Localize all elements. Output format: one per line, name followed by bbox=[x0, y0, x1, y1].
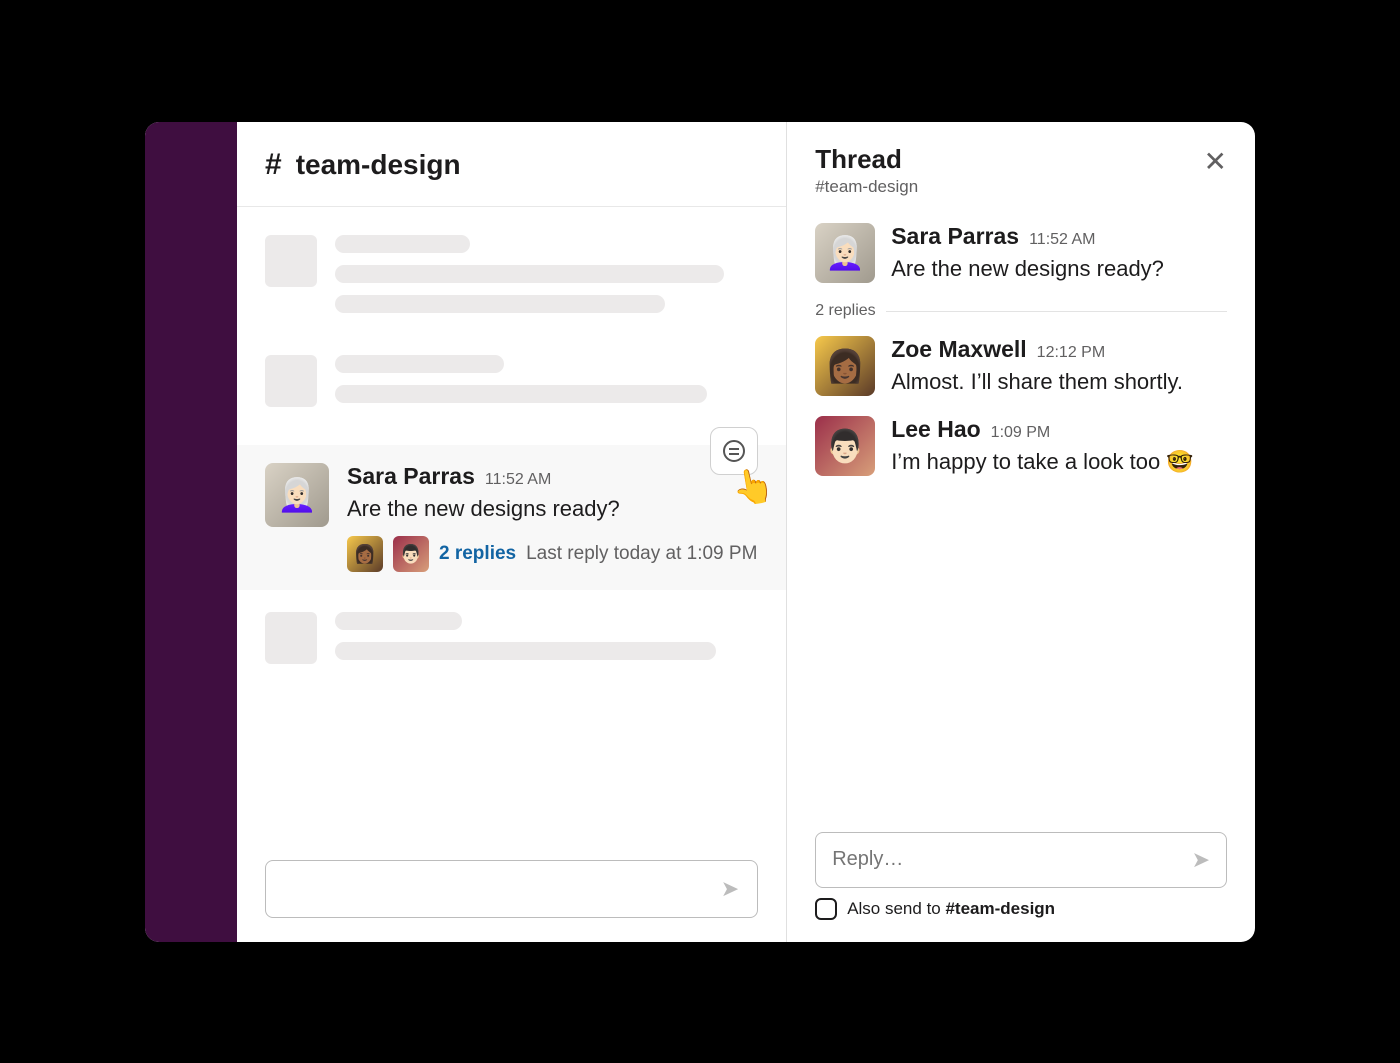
channel-header[interactable]: # team-design bbox=[237, 122, 786, 207]
close-icon[interactable]: ✕ bbox=[1204, 144, 1227, 176]
app-window: # team-design bbox=[145, 122, 1255, 942]
replies-divider: 2 replies bbox=[815, 302, 1227, 320]
message-time: 11:52 AM bbox=[1029, 231, 1095, 249]
message-author[interactable]: Lee Hao bbox=[891, 416, 980, 443]
sidebar-strip bbox=[145, 122, 237, 942]
reply-avatar: 👩🏾 bbox=[347, 536, 383, 572]
avatar[interactable]: 👨🏻 bbox=[815, 416, 875, 476]
replies-count: 2 replies bbox=[815, 302, 875, 320]
message-time: 11:52 AM bbox=[485, 471, 551, 489]
thread-icon bbox=[723, 440, 745, 462]
message-text: Almost. I’ll share them shortly. bbox=[891, 367, 1227, 398]
thread-title: Thread bbox=[815, 144, 918, 175]
thread-body: 👩🏻‍🦳 Sara Parras 11:52 AM Are the new de… bbox=[787, 209, 1255, 826]
message-text: I’m happy to take a look too 🤓 bbox=[891, 447, 1227, 478]
thread-reply: 👨🏻 Lee Hao 1:09 PM I’m happy to take a l… bbox=[815, 416, 1227, 478]
main-area: # team-design bbox=[237, 122, 1255, 942]
placeholder-message bbox=[265, 612, 758, 672]
thread-subtitle: #team-design bbox=[815, 177, 918, 197]
send-icon[interactable]: ➤ bbox=[721, 876, 739, 902]
thread-reply-input[interactable]: ➤ bbox=[815, 832, 1227, 888]
message-text: Are the new designs ready? bbox=[891, 254, 1227, 285]
thread-reply: 👩🏾 Zoe Maxwell 12:12 PM Almost. I’ll sha… bbox=[815, 336, 1227, 398]
message-item[interactable]: 👆 👩🏻‍🦳 Sara Parras 11:52 AM Are the new … bbox=[237, 445, 786, 591]
message-time: 12:12 PM bbox=[1037, 344, 1105, 362]
reply-field[interactable] bbox=[832, 848, 1191, 871]
message-author[interactable]: Sara Parras bbox=[891, 223, 1019, 250]
channel-pane: # team-design bbox=[237, 122, 787, 942]
thread-summary[interactable]: 👩🏾 👨🏻 2 replies Last reply today at 1:09… bbox=[347, 536, 758, 572]
reply-avatar: 👨🏻 bbox=[393, 536, 429, 572]
hash-icon: # bbox=[265, 148, 282, 182]
also-send-label: Also send to #team-design bbox=[847, 899, 1055, 919]
thread-header: Thread #team-design ✕ bbox=[787, 122, 1255, 209]
also-send-checkbox-row[interactable]: Also send to #team-design bbox=[787, 898, 1255, 942]
replies-count-link[interactable]: 2 replies bbox=[439, 543, 516, 565]
message-list: 👆 👩🏻‍🦳 Sara Parras 11:52 AM Are the new … bbox=[237, 207, 786, 850]
avatar[interactable]: 👩🏻‍🦳 bbox=[815, 223, 875, 283]
last-reply-time: Last reply today at 1:09 PM bbox=[526, 543, 757, 565]
message-compose-box[interactable]: ➤ bbox=[265, 860, 758, 918]
message-author[interactable]: Sara Parras bbox=[347, 463, 475, 490]
avatar[interactable]: 👩🏾 bbox=[815, 336, 875, 396]
send-icon[interactable]: ➤ bbox=[1192, 847, 1210, 873]
reply-in-thread-button[interactable] bbox=[710, 427, 758, 475]
placeholder-message bbox=[265, 235, 758, 325]
message-author[interactable]: Zoe Maxwell bbox=[891, 336, 1026, 363]
avatar[interactable]: 👩🏻‍🦳 bbox=[265, 463, 329, 527]
message-text: Are the new designs ready? bbox=[347, 494, 758, 525]
channel-name: team-design bbox=[296, 149, 461, 181]
thread-root-message: 👩🏻‍🦳 Sara Parras 11:52 AM Are the new de… bbox=[815, 223, 1227, 285]
checkbox[interactable] bbox=[815, 898, 837, 920]
message-time: 1:09 PM bbox=[991, 424, 1051, 442]
thread-pane: Thread #team-design ✕ 👩🏻‍🦳 Sara Parras 1… bbox=[787, 122, 1255, 942]
placeholder-message bbox=[265, 355, 758, 415]
